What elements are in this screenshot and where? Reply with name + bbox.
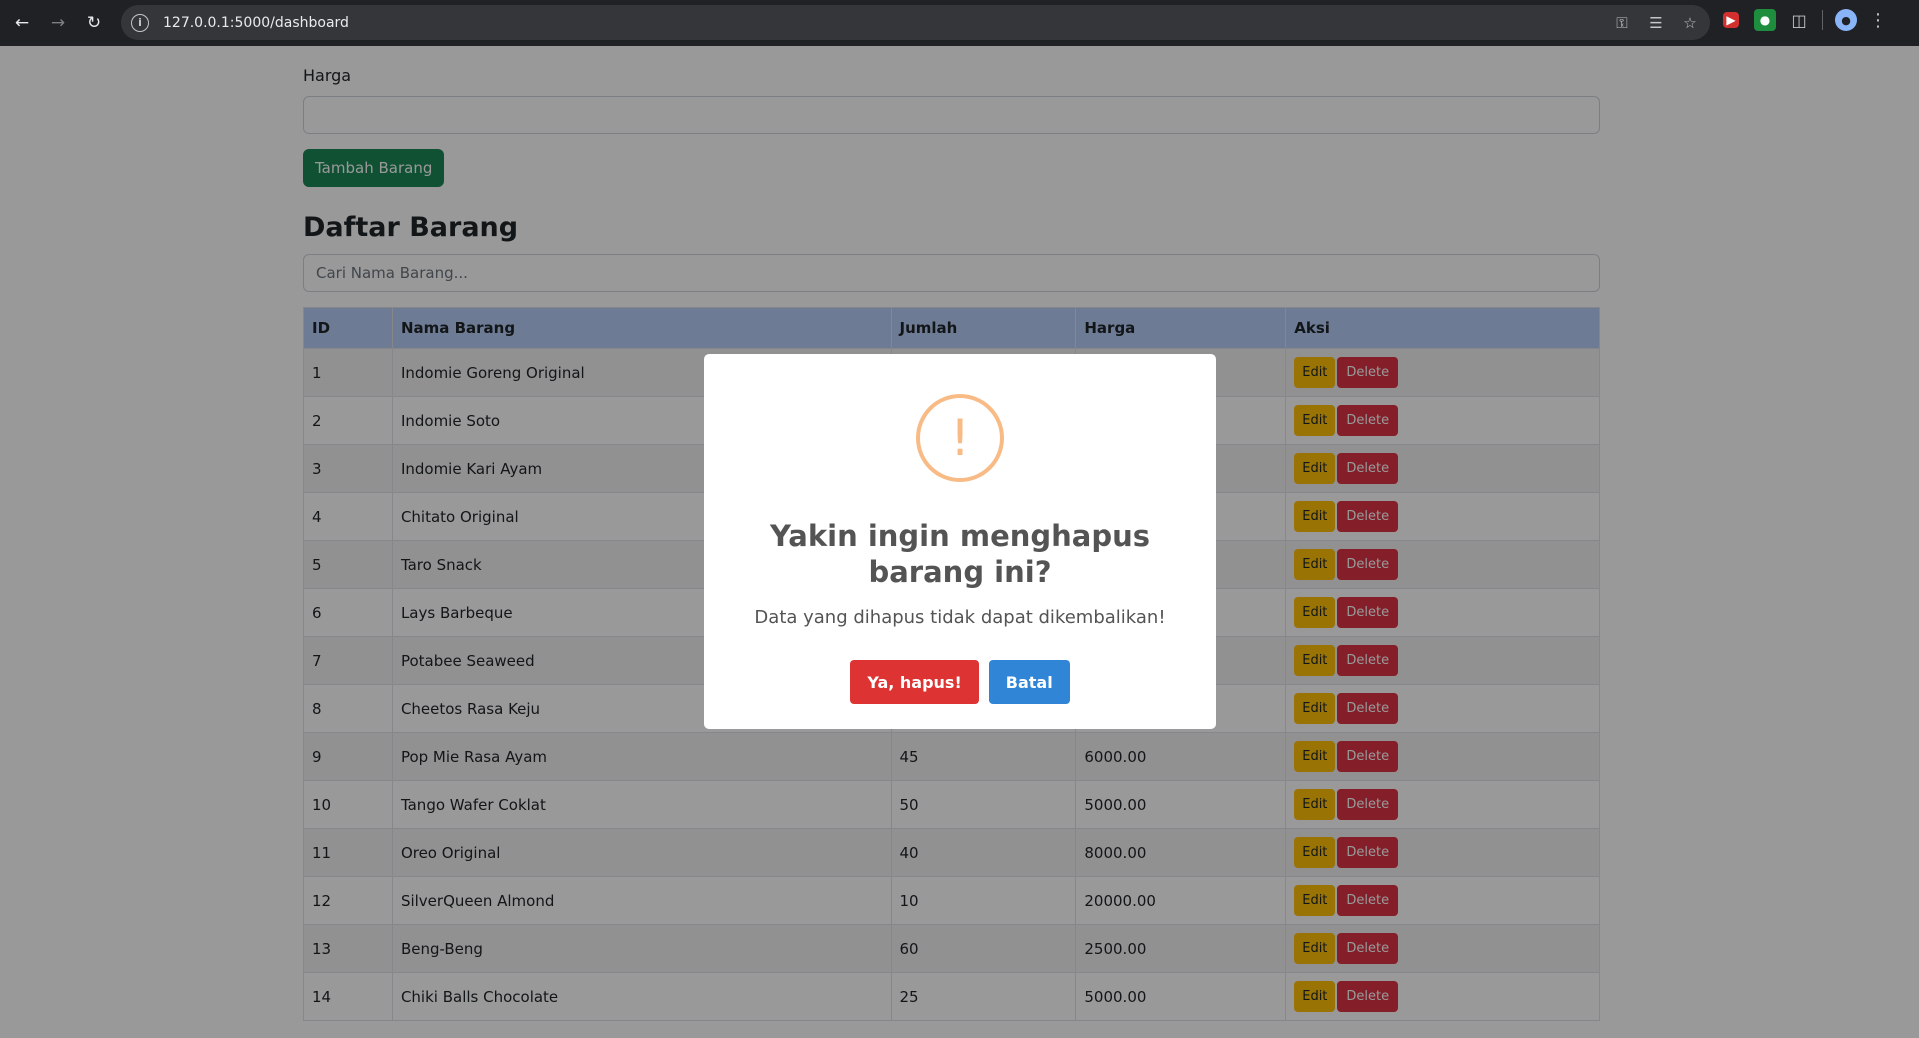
address-bar[interactable]: i 127.0.0.1:5000/dashboard ⚿ ☰ ☆ xyxy=(121,5,1710,40)
info-icon[interactable]: i xyxy=(131,13,149,32)
star-icon[interactable]: ☆ xyxy=(1680,14,1700,32)
cancel-button[interactable]: Batal xyxy=(988,660,1070,704)
dialog-message: Data yang dihapus tidak dapat dikembalik… xyxy=(754,607,1166,628)
forward-icon[interactable]: → xyxy=(44,9,72,37)
confirm-delete-dialog: ! Yakin ingin menghapus barang ini? Data… xyxy=(704,354,1216,729)
dialog-title: Yakin ingin menghapus barang ini? xyxy=(769,519,1151,589)
url-text[interactable]: 127.0.0.1:5000/dashboard xyxy=(163,15,349,31)
browser-toolbar: ← → ↻ i 127.0.0.1:5000/dashboard ⚿ ☰ ☆ ▶… xyxy=(0,0,1919,46)
puzzle-icon[interactable]: ◫ xyxy=(1788,9,1810,31)
avatar[interactable]: ● xyxy=(1835,9,1857,31)
extension-icon[interactable]: ▶ xyxy=(1723,12,1739,28)
confirm-delete-button[interactable]: Ya, hapus! xyxy=(850,660,979,704)
warning-icon: ! xyxy=(916,394,1004,482)
extension-icon[interactable]: ● xyxy=(1754,9,1776,31)
toolbar-divider xyxy=(1822,10,1823,30)
translate-icon[interactable]: ☰ xyxy=(1646,14,1666,32)
dialog-actions: Ya, hapus! Batal xyxy=(704,660,1216,704)
back-icon[interactable]: ← xyxy=(8,9,36,37)
menu-icon[interactable]: ⋮ xyxy=(1869,10,1887,31)
reload-icon[interactable]: ↻ xyxy=(80,9,108,37)
key-icon[interactable]: ⚿ xyxy=(1612,14,1632,32)
